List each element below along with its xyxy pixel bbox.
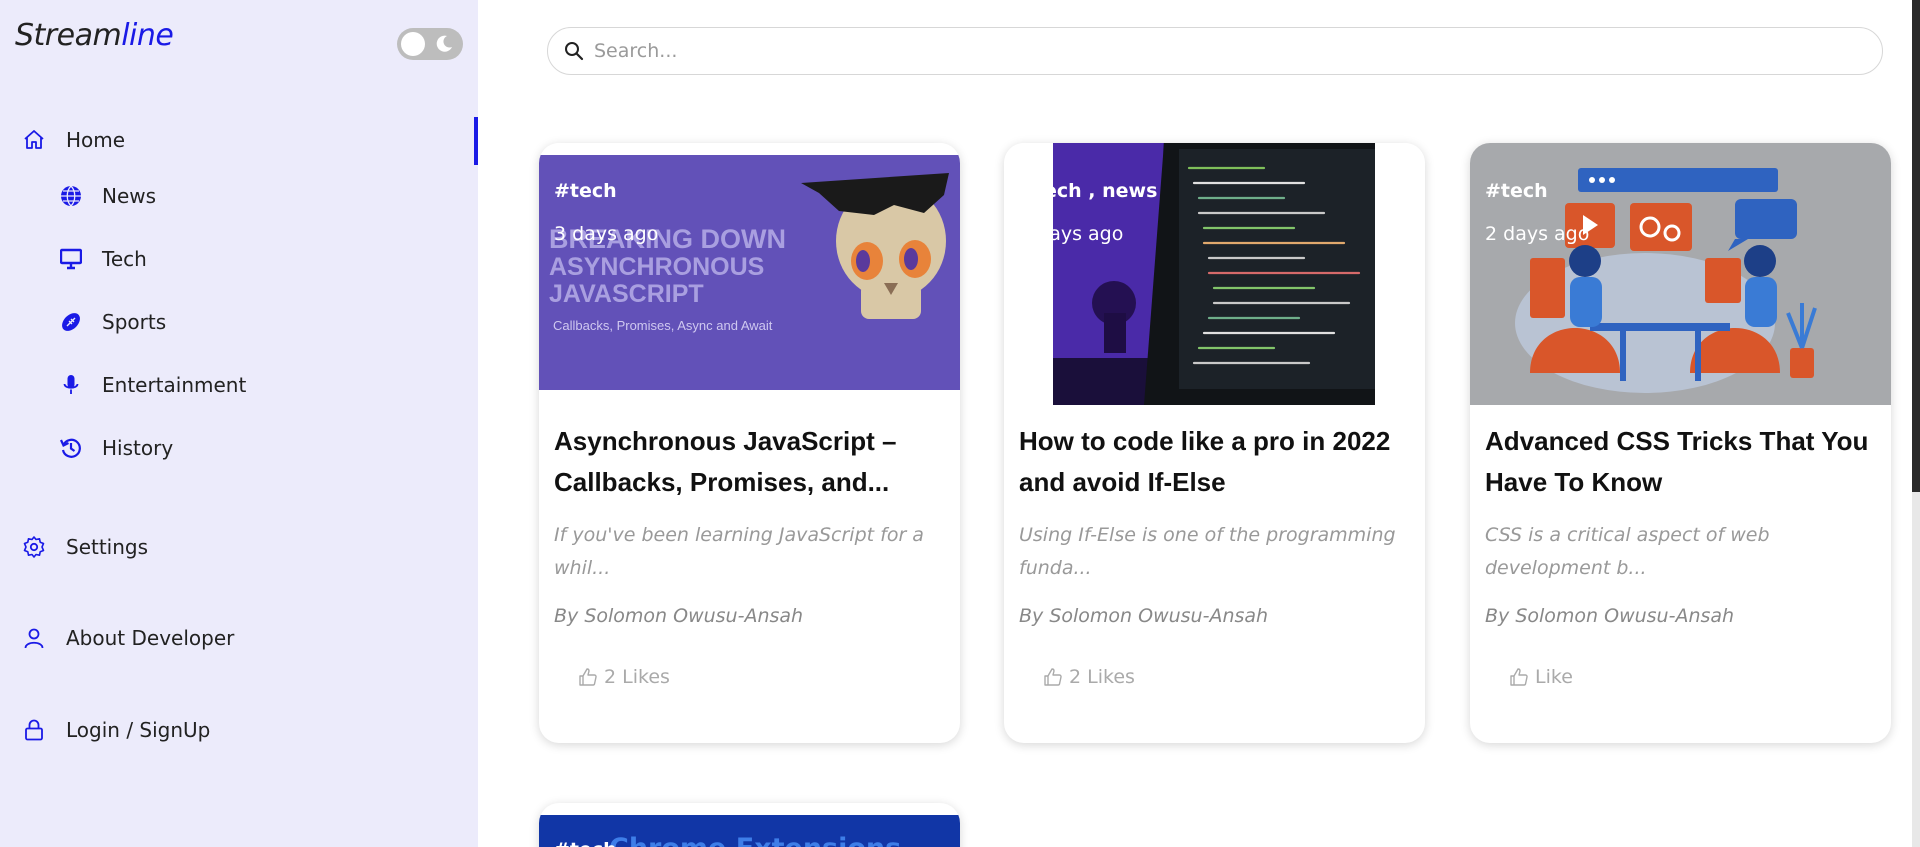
article-tag[interactable]: #tech , news (1019, 180, 1157, 202)
toggle-knob (401, 32, 425, 56)
article-card[interactable]: #tech , news 4 days ago How to code like… (1004, 143, 1425, 743)
sidebar-item-label: Sports (102, 310, 167, 334)
search-bar (547, 27, 1883, 75)
like-button[interactable]: Like (1509, 666, 1573, 688)
lock-icon (25, 719, 43, 741)
like-button[interactable]: 2 Likes (1043, 666, 1135, 688)
thumbs-up-icon (1510, 668, 1528, 686)
sidebar-item-history[interactable]: History (60, 436, 173, 460)
search-input[interactable] (594, 40, 1794, 62)
article-title[interactable]: Asynchronous JavaScript – Callbacks, Pro… (554, 421, 949, 503)
user-icon (24, 628, 44, 649)
sidebar-item-settings[interactable]: Settings (22, 535, 148, 559)
article-card[interactable]: BREAKING DOWN ASYNCHRONOUS JAVASCRIPT Ca… (539, 143, 960, 743)
article-card[interactable]: #tech 2 days ago Advanced CSS Tricks Tha… (1470, 143, 1891, 743)
article-tag[interactable]: #tech (1485, 180, 1548, 202)
monitor-icon (60, 248, 82, 270)
sidebar-item-label: Tech (102, 247, 147, 271)
article-author: By Solomon Owusu-Ansah (1019, 605, 1269, 627)
sidebar-item-label: Home (66, 128, 126, 152)
sidebar-item-login-signup[interactable]: Login / SignUp (22, 718, 210, 742)
sidebar-item-label: Login / SignUp (66, 718, 211, 742)
logo-main: Stream (15, 18, 122, 53)
article-tag[interactable]: #tech (554, 180, 617, 202)
search-icon[interactable] (564, 41, 584, 61)
main-content: BREAKING DOWN ASYNCHRONOUS JAVASCRIPT Ca… (478, 0, 1920, 847)
like-button[interactable]: 2 Likes (578, 666, 670, 688)
thumbnail-headline: Chrome Extensions (609, 833, 901, 847)
sidebar-item-news[interactable]: News (60, 184, 156, 208)
thumbs-up-icon (1044, 668, 1062, 686)
sidebar-item-tech[interactable]: Tech (60, 247, 147, 271)
scrollbar-thumb[interactable] (1912, 0, 1920, 492)
sidebar-item-home[interactable]: Home (22, 128, 125, 152)
sidebar-item-label: Entertainment (102, 373, 247, 397)
history-icon (60, 438, 81, 458)
article-title[interactable]: Advanced CSS Tricks That You Have To Kno… (1485, 421, 1880, 503)
globe-icon (61, 185, 81, 207)
article-description: CSS is a critical aspect of web developm… (1485, 524, 1770, 579)
logo-accent: line (121, 18, 174, 53)
article-time: 3 days ago (554, 223, 659, 245)
article-tag[interactable]: #tech (554, 839, 617, 847)
like-count: 2 Likes (1069, 666, 1135, 688)
svg-text:ASYNCHRONOUS: ASYNCHRONOUS (549, 253, 764, 281)
article-description: If you've been learning JavaScript for a… (554, 524, 924, 579)
moon-icon (436, 35, 452, 52)
dark-mode-toggle[interactable] (397, 28, 463, 60)
page-scrollbar[interactable] (1912, 0, 1920, 847)
app-logo[interactable]: Streamline (15, 18, 174, 53)
sidebar-item-label: News (102, 184, 157, 208)
microphone-icon (63, 375, 79, 394)
thumbs-up-icon (579, 668, 597, 686)
sidebar-item-sports[interactable]: Sports (60, 310, 166, 334)
article-card[interactable]: Chrome Extensions #tech (539, 803, 960, 847)
sidebar-item-label: Settings (66, 535, 149, 559)
app-root: Streamline Home News Tech Sports Enterta… (0, 0, 1920, 847)
like-count: Like (1535, 666, 1573, 688)
article-author: By Solomon Owusu-Ansah (1485, 605, 1735, 627)
home-icon (24, 130, 44, 149)
sidebar-item-entertainment[interactable]: Entertainment (60, 373, 246, 397)
like-count: 2 Likes (604, 666, 670, 688)
sidebar-item-about-developer[interactable]: About Developer (22, 626, 234, 650)
sidebar-item-label: About Developer (66, 626, 235, 650)
gear-icon (23, 536, 45, 558)
article-description: Using If-Else is one of the programming … (1019, 524, 1396, 579)
football-icon (62, 313, 80, 331)
article-time: 4 days ago (1019, 223, 1124, 245)
svg-text:JAVASCRIPT: JAVASCRIPT (549, 280, 704, 308)
thumbnail-subtext: Callbacks, Promises, Async and Await (553, 318, 773, 333)
article-author: By Solomon Owusu-Ansah (554, 605, 804, 627)
sidebar: Streamline Home News Tech Sports Enterta… (0, 0, 478, 847)
sidebar-item-label: History (102, 436, 174, 460)
article-title[interactable]: How to code like a pro in 2022 and avoid… (1019, 421, 1414, 503)
article-time: 2 days ago (1485, 223, 1590, 245)
